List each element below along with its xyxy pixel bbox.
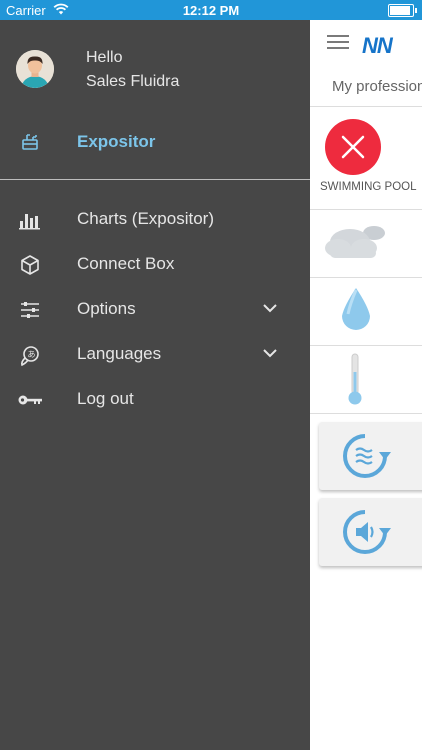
divider <box>0 179 310 180</box>
main-content: NN My professional SWIMMING POOL <box>310 20 422 750</box>
divider <box>310 277 422 278</box>
thermometer-icon[interactable] <box>346 352 364 413</box>
sound-button[interactable] <box>319 498 422 566</box>
status-bar: Carrier 12:12 PM <box>0 0 422 20</box>
divider <box>310 106 422 107</box>
menu-icon[interactable] <box>327 35 349 51</box>
language-icon: あ <box>18 343 42 367</box>
cube-icon <box>18 253 42 277</box>
menu-item-connect-box[interactable]: Connect Box <box>0 243 310 287</box>
divider <box>310 345 422 346</box>
pool-status-button[interactable] <box>325 119 381 175</box>
filtration-button[interactable] <box>319 422 422 490</box>
divider <box>310 413 422 414</box>
navigation-drawer: Hello Sales Fluidra Expositor Charts (Ex… <box>0 20 310 750</box>
waves-cycle-icon <box>343 434 391 478</box>
speaker-cycle-icon <box>343 510 391 554</box>
user-name: Sales Fluidra <box>86 73 180 90</box>
expositor-icon <box>20 131 42 153</box>
divider <box>310 209 422 210</box>
pool-label: SWIMMING POOL <box>320 181 417 193</box>
menu-item-options[interactable]: Options <box>0 288 310 332</box>
user-profile[interactable]: Hello Sales Fluidra <box>0 20 310 120</box>
menu-item-log-out[interactable]: Log out <box>0 378 310 422</box>
menu-item-expositor[interactable]: Expositor <box>0 125 310 165</box>
menu-item-languages[interactable]: あ Languages <box>0 333 310 377</box>
menu-item-label: Options <box>77 299 136 318</box>
app-header: NN <box>310 20 422 62</box>
cloud-icon[interactable] <box>324 220 388 269</box>
chevron-down-icon[interactable] <box>262 345 278 361</box>
sliders-icon <box>18 298 42 322</box>
menu-item-expositor-label: Expositor <box>77 132 156 151</box>
menu-item-charts[interactable]: Charts (Expositor) <box>0 198 310 242</box>
clock: 12:12 PM <box>182 3 240 18</box>
chevron-down-icon[interactable] <box>262 300 278 316</box>
water-drop-icon[interactable] <box>338 286 374 339</box>
menu-item-label: Connect Box <box>77 254 175 273</box>
page-subtitle: My professional <box>332 78 422 95</box>
greeting-text: Hello <box>86 49 123 66</box>
avatar <box>16 50 54 88</box>
menu-item-label: Charts (Expositor) <box>77 209 214 228</box>
bar-chart-icon <box>18 208 42 232</box>
key-icon <box>18 388 42 412</box>
menu-item-label: Languages <box>77 344 162 363</box>
svg-text:あ: あ <box>28 350 36 359</box>
menu-item-label: Log out <box>77 389 134 408</box>
brand-logo: NN <box>362 33 393 58</box>
battery-icon <box>388 4 417 17</box>
